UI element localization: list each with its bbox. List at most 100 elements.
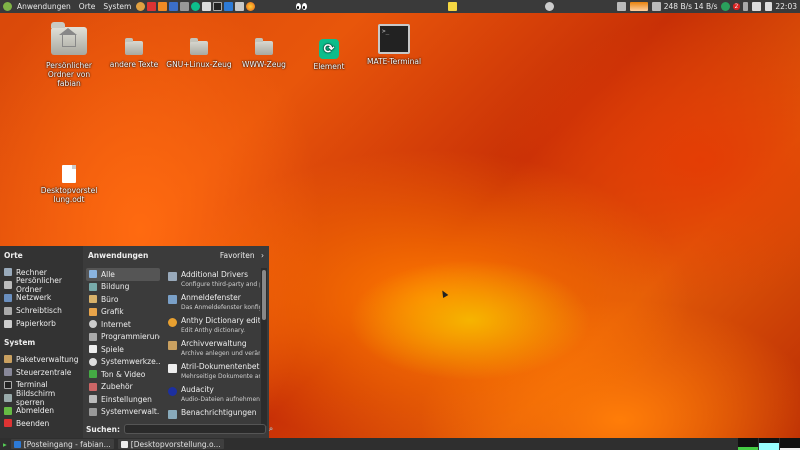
- app-item-additional-drivers[interactable]: Additional Drivers Configure third-party …: [164, 270, 260, 293]
- system-monitor-applet[interactable]: [738, 438, 800, 450]
- graphics-icon: [89, 307, 97, 316]
- window-launcher-icon[interactable]: [235, 2, 245, 11]
- app-name: Benachrichtigungen: [181, 408, 257, 417]
- cpu-graph: [738, 438, 758, 450]
- launcher-blue-icon[interactable]: [169, 2, 179, 11]
- user-switch-icon[interactable]: [616, 2, 626, 11]
- system-item-shutdown[interactable]: Beenden: [4, 417, 79, 430]
- places-item-trash[interactable]: Papierkorb: [4, 317, 79, 330]
- terminal-launcher-icon[interactable]: [213, 2, 223, 11]
- launcher-orange-icon[interactable]: [158, 2, 168, 11]
- category-internet[interactable]: Internet: [86, 318, 160, 331]
- volume-icon[interactable]: [765, 2, 773, 11]
- eyes-icon: [296, 3, 308, 10]
- desktop-home-folder[interactable]: Persönlicher Ordner von fabian: [40, 22, 98, 88]
- search-input[interactable]: [123, 424, 266, 434]
- desktop-element-launcher[interactable]: ⟳ Element: [306, 39, 352, 71]
- anthy-icon: [168, 318, 177, 327]
- category-accessories[interactable]: Zubehör: [86, 381, 160, 394]
- bluetooth-icon[interactable]: [743, 2, 749, 11]
- all-apps-icon: [89, 270, 97, 279]
- places-item-home[interactable]: Persönlicher Ordner: [4, 276, 79, 294]
- category-settings[interactable]: Einstellungen: [86, 393, 160, 406]
- task-label: [Desktopvorstellung.o...: [130, 439, 221, 449]
- app-name: Archivverwaltung: [181, 339, 247, 348]
- category-sound-video[interactable]: Ton & Video: [86, 368, 160, 381]
- scrollbar-thumb[interactable]: [262, 270, 266, 320]
- note-icon[interactable]: [447, 2, 457, 11]
- network-icon[interactable]: [651, 2, 661, 11]
- application-list: Additional Drivers Configure third-party …: [164, 270, 260, 431]
- applications-menu[interactable]: Anwendungen: [13, 2, 75, 11]
- category-games[interactable]: Spiele: [86, 343, 160, 356]
- text-editor-launcher-icon[interactable]: [202, 2, 212, 11]
- administration-icon: [89, 407, 97, 416]
- category-system-tools[interactable]: Systemwerkze...: [86, 356, 160, 369]
- firefox-launcher-icon[interactable]: [246, 2, 256, 11]
- launcher-grey-icon[interactable]: [180, 2, 190, 11]
- category-education[interactable]: Bildung: [86, 281, 160, 294]
- app-description: Das Anmeldefenster konfig...: [181, 304, 260, 311]
- desktop-folder-gnu-linux[interactable]: GNU+Linux-Zeug: [166, 38, 232, 69]
- category-administration[interactable]: Systemverwalt...: [86, 406, 160, 419]
- app-name: Anthy Dictionary editor: [181, 316, 260, 325]
- category-all[interactable]: Alle: [86, 268, 160, 281]
- document-viewer-icon: [168, 364, 177, 373]
- mate-logo-icon[interactable]: [3, 2, 12, 11]
- app-item-archive-manager[interactable]: Archivverwaltung Archive anlegen und verä…: [164, 339, 260, 362]
- search-icon[interactable]: ⌕: [269, 424, 273, 434]
- settings-gear-icon[interactable]: [544, 2, 554, 11]
- category-office[interactable]: Büro: [86, 293, 160, 306]
- category-graphics[interactable]: Grafik: [86, 306, 160, 319]
- desktop-document[interactable]: Desktopvorstellung.odt: [40, 165, 98, 204]
- top-panel-tray: 248 B/s 14 B/s 2 22:03: [447, 2, 800, 11]
- element-launcher-icon[interactable]: [191, 2, 201, 11]
- system-menu[interactable]: System: [99, 2, 135, 11]
- app-item-audacity[interactable]: Audacity Audio-Dateien aufnehmen ...: [164, 385, 260, 408]
- category-list: Alle Bildung Büro Grafik Internet Progra…: [86, 268, 160, 418]
- launcher-red-icon[interactable]: [147, 2, 157, 11]
- places-item-label: Schreibtisch: [16, 306, 62, 316]
- search-label: Suchen:: [86, 424, 120, 434]
- app-list-scrollbar[interactable]: [261, 268, 267, 426]
- taskbar-item-mail[interactable]: [Posteingang - fabian...: [10, 439, 114, 449]
- taskbar-item-document[interactable]: [Desktopvorstellung.o...: [117, 439, 224, 449]
- network-icon: [4, 293, 12, 302]
- app-item-anthy-dictionary[interactable]: Anthy Dictionary editor Edit Anthy dictio…: [164, 316, 260, 339]
- system-item-control-center[interactable]: Steuerzentrale: [4, 366, 79, 379]
- favorites-label: Favoriten: [219, 251, 255, 260]
- category-label: Systemverwalt...: [101, 407, 160, 417]
- folder-icon: [255, 38, 273, 55]
- system-item-lock-screen[interactable]: Bildschirm sperren: [4, 389, 79, 407]
- games-icon: [89, 345, 97, 354]
- audacity-icon: [168, 387, 177, 396]
- desktop-terminal-launcher[interactable]: >_ MATE-Terminal: [364, 24, 424, 66]
- document-icon: [62, 165, 76, 183]
- sound-video-icon: [89, 370, 97, 379]
- chevron-right-icon: ›: [261, 251, 264, 260]
- favorites-button[interactable]: Favoriten ›: [220, 251, 264, 260]
- notifications-icon: [168, 410, 177, 419]
- desktop-folder-www[interactable]: WWW-Zeug: [240, 38, 288, 69]
- places-item-label: Netzwerk: [16, 293, 52, 303]
- places-item-desktop[interactable]: Schreibtisch: [4, 304, 79, 317]
- app-item-atril[interactable]: Atril-Dokumentenbetr... Mehrseitige Dokum…: [164, 362, 260, 385]
- document-label: Desktopvorstellung.odt: [40, 186, 98, 204]
- places-menu[interactable]: Orte: [75, 2, 100, 11]
- task-label: [Posteingang - fabian...: [23, 439, 111, 449]
- mail-launcher-icon[interactable]: [224, 2, 234, 11]
- app-description: Edit Anthy dictionary.: [181, 327, 246, 334]
- category-programming[interactable]: Programmierung: [86, 331, 160, 344]
- wallpaper-thumb-icon[interactable]: [629, 2, 648, 11]
- updates-icon[interactable]: [720, 2, 730, 11]
- places-heading: Orte: [4, 251, 23, 260]
- archive-icon: [168, 341, 177, 350]
- launcher-croissant-icon[interactable]: [136, 2, 146, 11]
- show-desktop-icon[interactable]: ▸: [3, 440, 7, 449]
- system-item-package-manager[interactable]: Paketverwaltung: [4, 353, 79, 366]
- desktop-folder-andere-texte[interactable]: andere Texte: [108, 38, 160, 69]
- app-item-login-window[interactable]: Anmeldefenster Das Anmeldefenster konfig.…: [164, 293, 260, 316]
- network-manager-icon[interactable]: [752, 2, 762, 11]
- clock[interactable]: 22:03: [775, 2, 797, 11]
- app-description: Mehrseitige Dokumente an...: [181, 373, 260, 380]
